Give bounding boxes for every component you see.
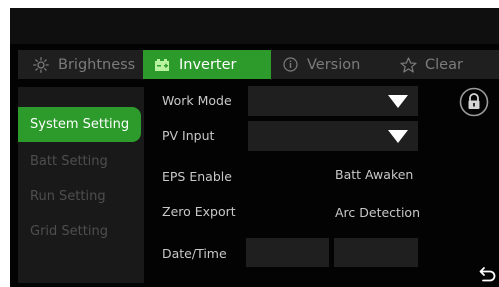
tab-label: Version — [307, 56, 361, 73]
dropdown-arrow-icon — [388, 95, 408, 108]
sidebar-item-label: System Setting — [30, 117, 130, 132]
sidebar-item-label: Run Setting — [30, 189, 106, 204]
time-field[interactable] — [334, 238, 418, 267]
sidebar-item-label: Grid Setting — [30, 224, 108, 239]
work-mode-select[interactable] — [248, 86, 418, 116]
sidebar-item-run-setting[interactable]: Run Setting — [18, 179, 141, 214]
date-field[interactable] — [246, 238, 329, 267]
top-status-bar — [10, 8, 499, 44]
tab-bar: Brightness Inverter Version Clear — [18, 50, 499, 79]
lock-icon[interactable] — [459, 87, 489, 117]
star-icon — [399, 56, 417, 74]
pv-input-select[interactable] — [248, 121, 418, 151]
settings-sidebar: System Setting Batt Setting Run Setting … — [18, 87, 144, 283]
tab-label: Brightness — [58, 56, 136, 73]
tab-label: Clear — [425, 56, 463, 73]
tab-clear[interactable]: Clear — [389, 50, 499, 79]
eps-enable-label[interactable]: EPS Enable — [162, 169, 232, 184]
sidebar-item-batt-setting[interactable]: Batt Setting — [18, 144, 141, 179]
battery-icon — [153, 56, 171, 74]
date-time-label: Date/Time — [162, 246, 227, 261]
sun-icon — [32, 56, 50, 74]
device-screen: Brightness Inverter Version Clear System… — [10, 8, 499, 287]
arc-detection-label[interactable]: Arc Detection — [335, 205, 420, 220]
sidebar-item-grid-setting[interactable]: Grid Setting — [18, 214, 141, 249]
batt-awaken-label[interactable]: Batt Awaken — [335, 167, 413, 182]
tab-label: Inverter — [179, 56, 237, 73]
sidebar-item-system-setting[interactable]: System Setting — [18, 107, 141, 142]
zero-export-label[interactable]: Zero Export — [162, 204, 236, 219]
dropdown-arrow-icon — [388, 130, 408, 143]
work-mode-label: Work Mode — [162, 93, 232, 108]
tab-version[interactable]: Version — [271, 50, 389, 79]
tab-brightness[interactable]: Brightness — [18, 50, 143, 79]
info-icon — [281, 56, 299, 74]
pv-input-label: PV Input — [162, 128, 215, 143]
sidebar-item-label: Batt Setting — [30, 154, 108, 169]
back-arrow-icon[interactable] — [479, 265, 497, 283]
tab-inverter[interactable]: Inverter — [143, 50, 271, 79]
